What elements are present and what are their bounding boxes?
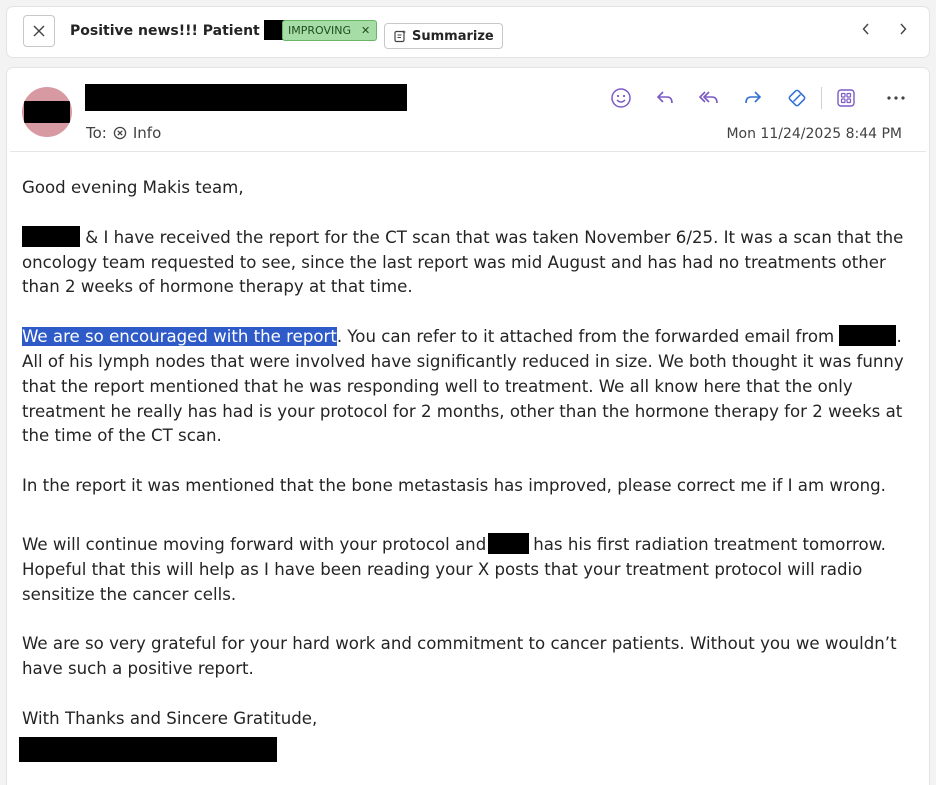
to-label: To: — [86, 124, 107, 142]
paragraph-5: We are so very grateful for your hard wo… — [22, 634, 897, 679]
chevron-right-icon — [900, 23, 907, 35]
message-actions — [607, 84, 910, 112]
message-card: To: Info Mon 11/24/2025 8:44 PM Good eve… — [7, 68, 929, 785]
toolbar-separator — [821, 87, 822, 109]
close-icon — [33, 25, 45, 37]
redacted-name — [488, 532, 530, 554]
summarize-icon — [394, 30, 406, 43]
tag-remove-icon[interactable]: ✕ — [361, 24, 370, 37]
subject-text: Positive news!!! Patient — [70, 23, 260, 39]
more-actions-button[interactable] — [882, 84, 910, 112]
forward-button[interactable] — [739, 84, 767, 112]
chevron-left-icon — [862, 23, 869, 35]
paragraph-1-text: & I have received the report for the CT … — [22, 227, 904, 297]
recipient-line: To: Info — [86, 124, 161, 142]
reply-all-button[interactable] — [695, 84, 723, 112]
redacted-name — [22, 225, 80, 247]
redacted-signature — [19, 736, 277, 762]
sticker-button[interactable] — [783, 84, 811, 112]
next-button[interactable] — [893, 19, 913, 39]
remove-circle-icon — [113, 126, 127, 140]
redacted-sender-name — [85, 84, 407, 111]
reaction-button[interactable] — [607, 84, 635, 112]
sticker-icon — [788, 89, 806, 107]
redacted-name — [839, 325, 897, 347]
subject-bar: Positive news!!! Patient IMPROVING ✕ Sum… — [7, 7, 929, 57]
forward-icon — [745, 91, 762, 104]
paragraph-4-text-a: We will continue moving forward with you… — [22, 534, 487, 554]
close-button[interactable] — [23, 15, 55, 47]
avatar[interactable] — [22, 87, 72, 137]
reply-button[interactable] — [651, 84, 679, 112]
previous-button[interactable] — [856, 19, 876, 39]
summarize-label: Summarize — [412, 28, 494, 44]
header-divider — [10, 151, 926, 152]
recipient-name[interactable]: Info — [133, 124, 161, 142]
greeting: Good evening Makis team, — [22, 178, 244, 197]
reply-all-icon — [698, 91, 718, 104]
paragraph-2-text-a: . You can refer to it attached from the … — [336, 327, 835, 347]
sent-date: Mon 11/24/2025 8:44 PM — [726, 126, 902, 142]
reply-icon — [656, 91, 673, 104]
category-tag[interactable]: IMPROVING ✕ — [282, 20, 378, 41]
paragraph-4: We will continue moving forward with you… — [22, 532, 912, 607]
subject-title: Positive news!!! Patient — [70, 20, 300, 40]
apps-button[interactable] — [832, 84, 860, 112]
message-body: Good evening Makis team, & I have receiv… — [19, 176, 912, 762]
paragraph-1: & I have received the report for the CT … — [22, 225, 912, 300]
redacted-avatar-initials — [24, 101, 70, 123]
closing: With Thanks and Sincere Gratitude, — [22, 708, 318, 728]
more-icon — [887, 96, 905, 100]
paragraph-2: We are so encouraged with the report. Yo… — [22, 325, 912, 449]
paragraph-3: In the report it was mentioned that the … — [22, 476, 886, 496]
apps-icon — [837, 89, 855, 107]
selected-text[interactable]: We are so encouraged with the report — [22, 327, 337, 347]
emoji-icon — [611, 88, 631, 108]
tag-label: IMPROVING — [288, 24, 351, 37]
summarize-button[interactable]: Summarize — [384, 23, 503, 49]
